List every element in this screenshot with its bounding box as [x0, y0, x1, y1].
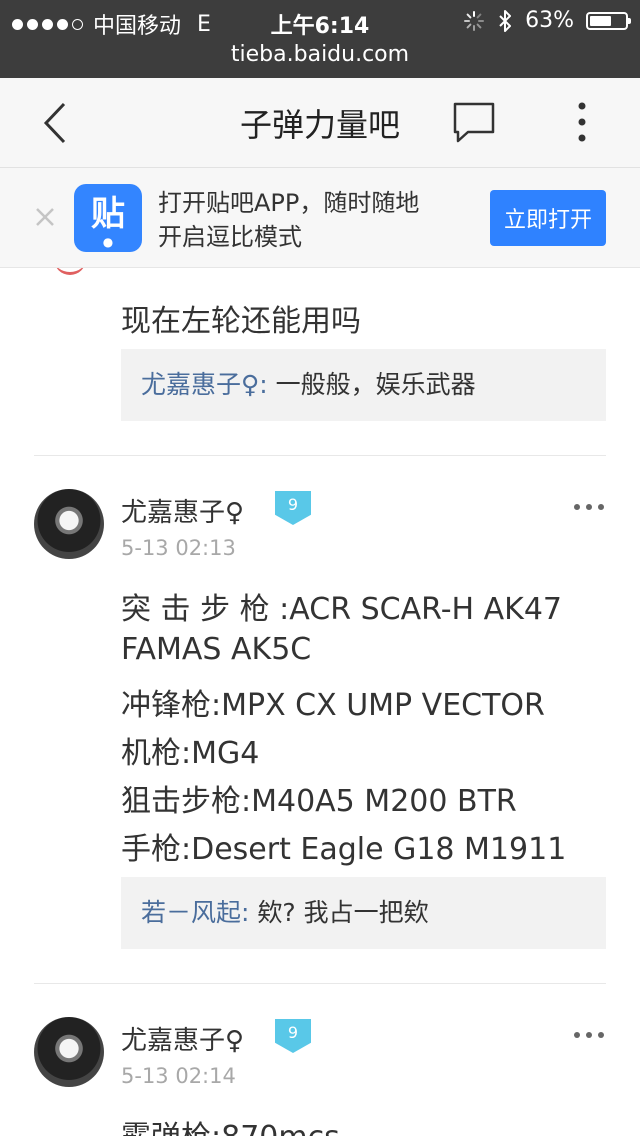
post-line: FAMAS AK5C: [121, 632, 312, 667]
sub-reply-text: 欸? 我占一把欸: [249, 898, 429, 927]
divider: [34, 455, 606, 456]
banner-line-2: 开启逗比模式: [158, 223, 302, 251]
more-horizontal-icon[interactable]: [572, 1030, 606, 1040]
post-line: 机枪:MG4: [121, 736, 260, 771]
level-badge: 9: [275, 491, 311, 525]
level-badge: 9: [275, 1019, 311, 1053]
divider: [34, 983, 606, 984]
sub-reply-author[interactable]: 尤嘉惠子♀:: [141, 370, 268, 399]
close-icon[interactable]: [34, 206, 56, 228]
reply-text: 现在左轮还能用吗: [121, 304, 361, 339]
avatar[interactable]: [34, 489, 104, 559]
nav-bar: 子弹力量吧: [0, 78, 640, 168]
post-line: 冲锋枪:MPX CX UMP VECTOR: [121, 688, 545, 723]
open-app-button[interactable]: 立即打开: [490, 190, 606, 246]
username[interactable]: 尤嘉惠子♀: [121, 1020, 244, 1057]
comment-icon[interactable]: [452, 100, 496, 144]
banner-line-1: 打开贴吧APP，随时随地: [158, 189, 420, 217]
app-download-banner: 贴 ● 打开贴吧APP，随时随地 开启逗比模式 立即打开: [0, 168, 640, 268]
avatar-edge: [54, 268, 86, 275]
status-bar: 中国移动 E 上午6:14 63% tieba.baidu.com: [0, 0, 640, 78]
username[interactable]: 尤嘉惠子♀: [121, 492, 244, 529]
avatar[interactable]: [34, 1017, 104, 1087]
post-line: 突 击 步 枪 :ACR SCAR-H AK47: [121, 592, 563, 627]
more-horizontal-icon[interactable]: [572, 502, 606, 512]
tieba-app-logo: 贴 ●: [74, 184, 142, 252]
bluetooth-icon: [499, 9, 512, 32]
page-title: 子弹力量吧: [239, 106, 400, 144]
sub-reply[interactable]: 尤嘉惠子♀: 一般般，娱乐武器: [121, 349, 606, 421]
post-line: 霰弹枪:870mcs: [121, 1112, 340, 1136]
post-line: 狙击步枪:M40A5 M200 BTR: [121, 784, 517, 819]
more-vertical-icon[interactable]: [564, 100, 600, 144]
post-date: 5-13 02:14: [121, 1064, 236, 1088]
sub-reply[interactable]: 若－风起: 欸? 我占一把欸: [121, 877, 606, 949]
battery-percent: 63%: [525, 8, 574, 33]
post-line: 手枪:Desert Eagle G18 M1911: [121, 832, 567, 867]
activity-spinner-icon: [464, 10, 485, 31]
paw-icon: ●: [102, 235, 114, 249]
banner-text: 打开贴吧APP，随时随地 开启逗比模式: [158, 186, 419, 254]
sub-reply-text: 一般般，娱乐武器: [267, 370, 476, 399]
battery-icon: [586, 11, 631, 30]
thread-content: 现在左轮还能用吗 尤嘉惠子♀: 一般般，娱乐武器 尤嘉惠子♀ 9 5-13 02…: [0, 268, 640, 1136]
sub-reply-author[interactable]: 若－风起:: [141, 898, 249, 927]
post-date: 5-13 02:13: [121, 536, 236, 560]
url-label: tieba.baidu.com: [230, 42, 410, 67]
